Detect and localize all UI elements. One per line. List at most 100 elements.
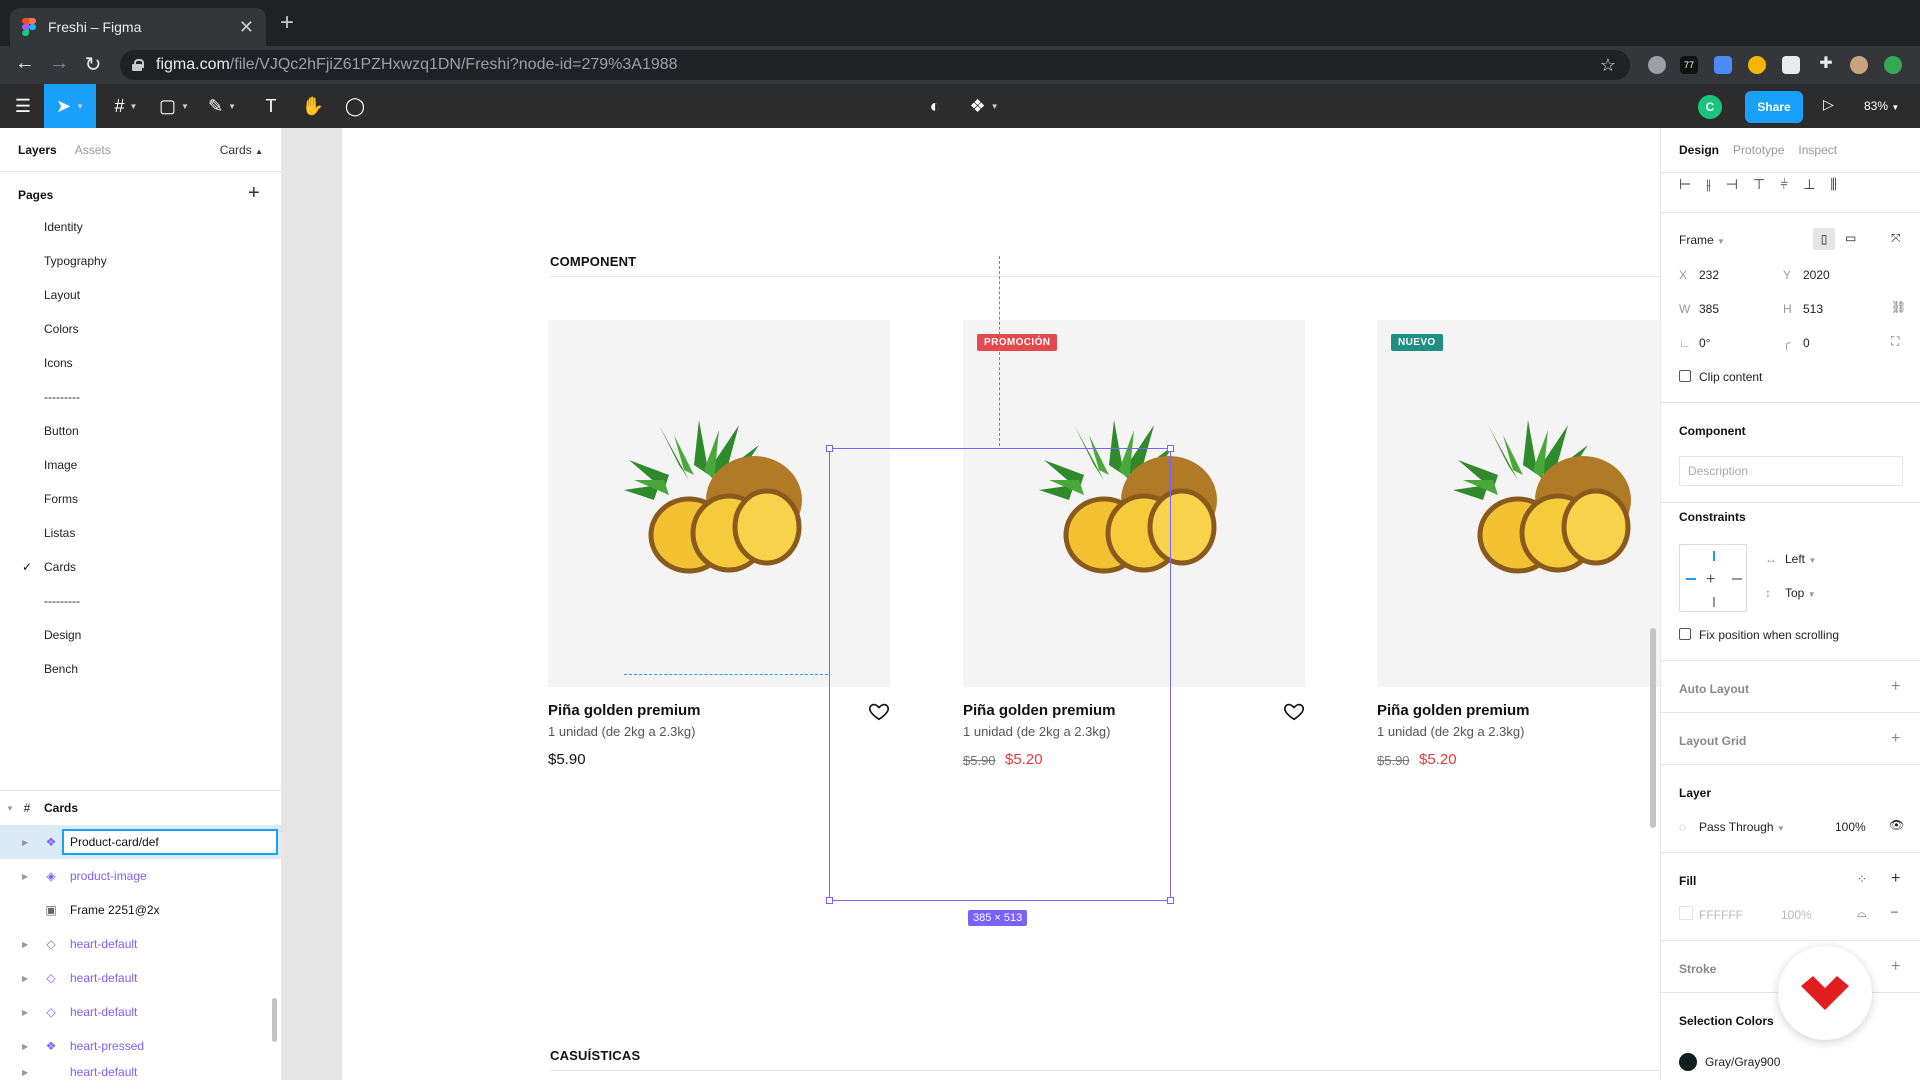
address-bar[interactable]: figma.com /file/VJQc2hFjiZ61PZHxwzq1DN/F… xyxy=(120,50,1630,80)
align-middle-v-icon[interactable]: ⫩ xyxy=(1780,176,1788,193)
page-item[interactable]: Layout xyxy=(44,288,80,302)
page-item[interactable]: Colors xyxy=(44,322,79,336)
layer-row[interactable]: ▶ ◇ heart-default xyxy=(0,927,281,961)
layer-row[interactable]: ▶ ❖ heart-pressed xyxy=(0,1029,281,1063)
page-item[interactable]: Forms xyxy=(44,492,78,506)
heart-outline-icon[interactable] xyxy=(1283,700,1305,722)
component-tools[interactable]: ❖ ▼ xyxy=(962,84,1006,128)
layer-rename-input[interactable]: Product-card/def xyxy=(62,829,278,855)
page-selector[interactable]: Cards ▲ xyxy=(220,143,263,157)
style-grid-icon[interactable]: ⁘ xyxy=(1857,872,1867,886)
radius-input[interactable]: 0 xyxy=(1803,336,1810,350)
resize-handle[interactable] xyxy=(1167,897,1174,904)
page-item[interactable]: Button xyxy=(44,424,79,438)
constraint-top-bar[interactable] xyxy=(1713,551,1715,561)
distribute-icon[interactable]: ⫼ xyxy=(1830,176,1836,193)
layer-opacity-input[interactable]: 100% xyxy=(1835,820,1866,834)
page-item[interactable]: Identity xyxy=(44,220,83,234)
extension-box-icon[interactable] xyxy=(1782,56,1800,74)
bookmark-star-icon[interactable]: ☆ xyxy=(1600,55,1616,76)
page-item[interactable]: Listas xyxy=(44,526,75,540)
profile-avatar[interactable] xyxy=(1850,56,1868,74)
tab-close-icon[interactable]: ✕ xyxy=(239,17,254,38)
tab-layers[interactable]: Layers xyxy=(18,143,57,157)
align-bottom-icon[interactable]: ⊥ xyxy=(1803,176,1815,193)
text-tool[interactable]: T xyxy=(256,84,286,128)
blend-mode-select[interactable]: Pass Through ▼ xyxy=(1699,820,1785,834)
canvas[interactable]: COMPONENT Piña golden premium 1 unidad ( xyxy=(282,128,1660,1080)
constraint-left-bar[interactable] xyxy=(1686,578,1696,580)
horizontal-constraint-select[interactable]: Left ▼ xyxy=(1785,552,1816,566)
page-item[interactable]: Design xyxy=(44,628,81,642)
h-input[interactable]: 513 xyxy=(1803,302,1823,316)
tab-prototype[interactable]: Prototype xyxy=(1733,143,1784,157)
layer-row[interactable]: ▶ ◇ heart-default xyxy=(0,995,281,1029)
portrait-icon[interactable]: ▯ xyxy=(1813,228,1835,250)
add-fill-icon[interactable]: + xyxy=(1891,870,1900,888)
resize-handle[interactable] xyxy=(826,897,833,904)
y-input[interactable]: 2020 xyxy=(1803,268,1830,282)
page-divider[interactable]: --------- xyxy=(44,390,80,404)
selection-color-name[interactable]: Gray/Gray900 xyxy=(1705,1055,1780,1069)
fix-position-checkbox[interactable] xyxy=(1679,628,1691,640)
hand-tool[interactable]: ✋ xyxy=(298,84,328,128)
frame-tool[interactable]: # ▼ xyxy=(104,84,148,128)
shape-tool[interactable]: ▢ ▼ xyxy=(152,84,196,128)
layer-row[interactable]: ▶ ◈ product-image xyxy=(0,859,281,893)
extension-coin-icon[interactable] xyxy=(1748,56,1766,74)
page-item[interactable]: Icons xyxy=(44,356,73,370)
forward-icon[interactable]: → xyxy=(46,52,72,75)
user-avatar[interactable]: C xyxy=(1698,95,1722,119)
constraint-center-icon[interactable]: + xyxy=(1706,571,1715,589)
present-play-icon[interactable]: ▷ xyxy=(1823,96,1834,113)
page-item[interactable]: Typography xyxy=(44,254,107,268)
constraint-right-bar[interactable] xyxy=(1732,578,1742,580)
contrast-toggle[interactable]: ◐ xyxy=(920,84,950,128)
eye-icon[interactable]: 👁 xyxy=(1889,818,1904,832)
page-item-active[interactable]: Cards xyxy=(44,560,76,574)
align-center-h-icon[interactable]: ⫲ xyxy=(1706,176,1711,193)
pen-tool[interactable]: ✎ ▼ xyxy=(200,84,244,128)
constrain-proportions-icon[interactable]: ⛓ xyxy=(1891,300,1906,314)
update-icon[interactable] xyxy=(1884,56,1902,74)
w-input[interactable]: 385 xyxy=(1699,302,1719,316)
extensions-puzzle-icon[interactable]: ✚ xyxy=(1813,53,1839,73)
layer-frame-cards[interactable]: ▼ # Cards xyxy=(0,791,281,825)
selection-box[interactable] xyxy=(826,445,1174,904)
extension-icon[interactable] xyxy=(1648,56,1666,74)
extension-badge-icon[interactable]: 77 xyxy=(1680,56,1698,74)
vertical-constraint-select[interactable]: Top ▼ xyxy=(1785,586,1816,600)
color-swatch[interactable] xyxy=(1679,1053,1697,1071)
layer-row[interactable]: ▶ ◇ heart-default xyxy=(0,961,281,995)
page-divider[interactable]: --------- xyxy=(44,594,80,608)
constraint-bottom-bar[interactable] xyxy=(1713,597,1715,607)
reload-icon[interactable]: ↻ xyxy=(80,52,106,77)
resize-to-fit-icon[interactable]: ⤧ xyxy=(1891,231,1901,246)
add-auto-layout-icon[interactable]: + xyxy=(1891,678,1900,696)
product-card[interactable]: NUEVO Piña golden premium 1 unidad (de 2… xyxy=(1377,320,1660,768)
x-input[interactable]: 232 xyxy=(1699,268,1719,282)
align-left-icon[interactable]: ⊢ xyxy=(1679,176,1691,193)
frame-preset-dropdown[interactable]: Frame ▼ xyxy=(1679,233,1725,247)
remove-fill-icon[interactable]: – xyxy=(1891,904,1898,918)
fill-hex-input[interactable]: FFFFFF xyxy=(1699,908,1743,922)
resize-handle[interactable] xyxy=(826,445,833,452)
translate-extension-icon[interactable] xyxy=(1714,56,1732,74)
page-item[interactable]: Image xyxy=(44,458,77,472)
layer-row[interactable]: ▣ Frame 2251@2x xyxy=(0,893,281,927)
share-button[interactable]: Share xyxy=(1745,91,1803,123)
fill-swatch[interactable] xyxy=(1679,906,1693,920)
canvas-scrollbar[interactable] xyxy=(1650,628,1656,828)
browser-tab[interactable]: Freshi – Figma ✕ xyxy=(10,8,266,46)
floating-logo-badge[interactable] xyxy=(1778,946,1872,1040)
zoom-dropdown[interactable]: 83% ▼ xyxy=(1864,99,1899,113)
add-layout-grid-icon[interactable]: + xyxy=(1891,730,1900,748)
landscape-icon[interactable]: ▭ xyxy=(1845,231,1856,245)
layer-row[interactable]: ▶ heart-default xyxy=(0,1063,281,1080)
layers-scrollbar[interactable] xyxy=(272,998,277,1042)
rotation-input[interactable]: 0° xyxy=(1699,336,1710,350)
constraints-widget[interactable]: + xyxy=(1679,544,1747,612)
move-tool[interactable]: ➤ ▼ xyxy=(44,84,96,128)
align-right-icon[interactable]: ⊣ xyxy=(1726,176,1738,193)
hidden-eye-icon[interactable]: ⌓ xyxy=(1857,906,1867,921)
